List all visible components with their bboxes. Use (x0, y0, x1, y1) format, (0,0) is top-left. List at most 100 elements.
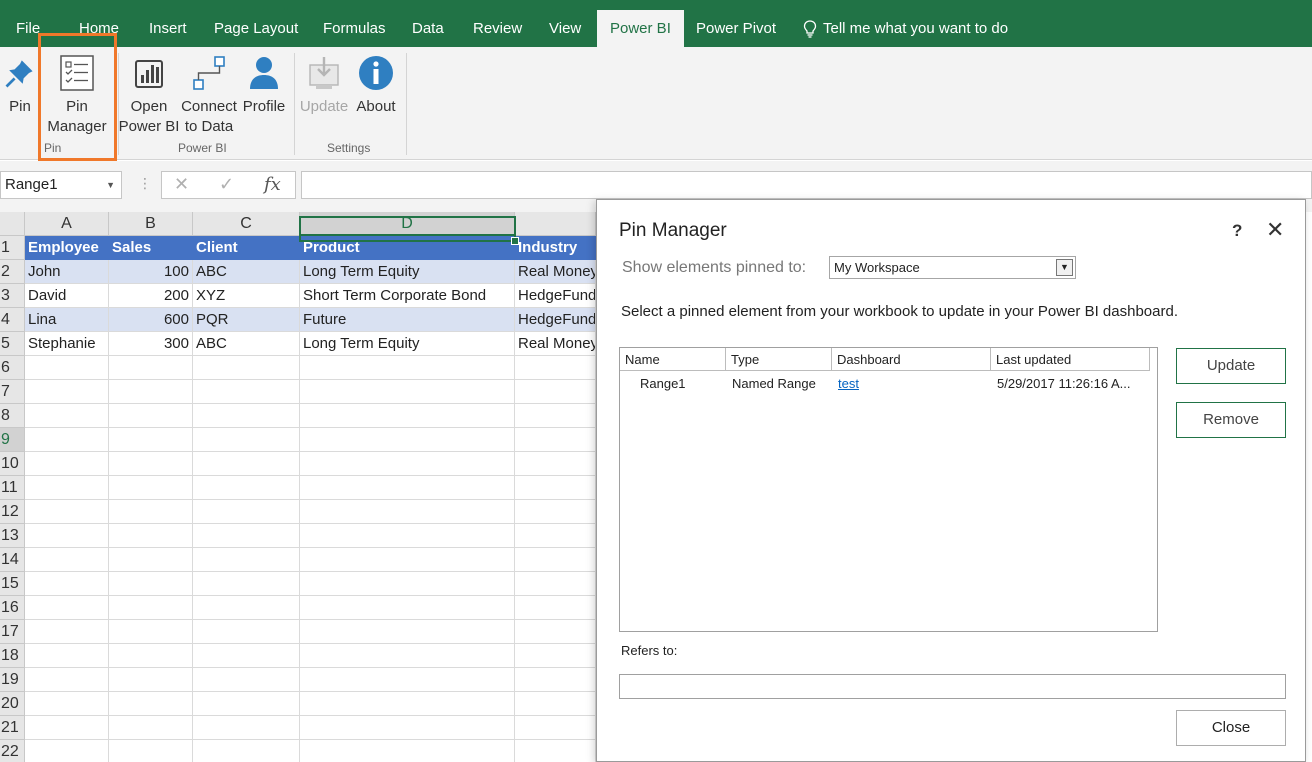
connect-to-data-button[interactable]: Connect to Data (180, 53, 238, 137)
empty-cell[interactable] (25, 356, 109, 380)
list-item-dashboard-link[interactable]: test (838, 373, 859, 395)
row-header[interactable]: 14 (0, 548, 25, 572)
empty-cell[interactable] (109, 476, 193, 500)
empty-cell[interactable] (109, 452, 193, 476)
row-header[interactable]: 8 (0, 404, 25, 428)
empty-cell[interactable] (109, 644, 193, 668)
empty-cell[interactable] (300, 428, 515, 452)
list-item-type[interactable]: Named Range (732, 373, 816, 395)
pin-button[interactable]: Pin (2, 53, 38, 117)
table-cell[interactable]: Long Term Equity (300, 260, 515, 284)
close-icon[interactable]: ✕ (1266, 217, 1284, 243)
empty-cell[interactable] (25, 428, 109, 452)
empty-cell[interactable] (25, 620, 109, 644)
row-header[interactable]: 21 (0, 716, 25, 740)
empty-cell[interactable] (193, 380, 300, 404)
empty-cell[interactable] (109, 668, 193, 692)
chevron-down-icon[interactable]: ▼ (106, 172, 115, 198)
empty-cell[interactable] (193, 620, 300, 644)
row-header[interactable]: 17 (0, 620, 25, 644)
tab-insert[interactable]: Insert (149, 10, 187, 47)
table-cell[interactable]: Future (300, 308, 515, 332)
list-item-name[interactable]: Range1 (640, 373, 686, 395)
empty-cell[interactable] (193, 404, 300, 428)
empty-cell[interactable] (193, 548, 300, 572)
empty-cell[interactable] (25, 692, 109, 716)
table-cell[interactable]: 600 (109, 308, 193, 332)
row-header[interactable]: 2 (0, 260, 25, 284)
empty-cell[interactable] (109, 380, 193, 404)
function-fx-icon[interactable]: fx (264, 174, 281, 195)
empty-cell[interactable] (300, 716, 515, 740)
close-dialog-button[interactable]: Close (1176, 710, 1286, 746)
empty-cell[interactable] (515, 428, 596, 452)
table-cell[interactable]: John (25, 260, 109, 284)
empty-cell[interactable] (515, 716, 596, 740)
row-header[interactable]: 22 (0, 740, 25, 762)
empty-cell[interactable] (109, 740, 193, 762)
empty-cell[interactable] (515, 404, 596, 428)
table-cell[interactable]: Stephanie (25, 332, 109, 356)
row-header[interactable]: 9 (0, 428, 25, 452)
tab-review[interactable]: Review (473, 10, 522, 47)
empty-cell[interactable] (193, 428, 300, 452)
table-header-cell[interactable]: Employee (25, 236, 109, 260)
empty-cell[interactable] (25, 668, 109, 692)
about-button[interactable]: About (352, 53, 400, 117)
empty-cell[interactable] (300, 524, 515, 548)
table-cell[interactable]: 100 (109, 260, 193, 284)
empty-cell[interactable] (25, 596, 109, 620)
chevron-down-icon[interactable]: ▼ (1056, 259, 1073, 276)
empty-cell[interactable] (300, 620, 515, 644)
row-header[interactable]: 6 (0, 356, 25, 380)
tab-data[interactable]: Data (412, 10, 444, 47)
empty-cell[interactable] (109, 356, 193, 380)
empty-cell[interactable] (109, 548, 193, 572)
empty-cell[interactable] (25, 476, 109, 500)
row-header[interactable]: 13 (0, 524, 25, 548)
tab-page-layout[interactable]: Page Layout (214, 10, 298, 47)
empty-cell[interactable] (25, 452, 109, 476)
active-cell-d9[interactable] (299, 216, 519, 245)
formula-input[interactable] (301, 171, 1312, 199)
empty-cell[interactable] (193, 452, 300, 476)
empty-cell[interactable] (515, 572, 596, 596)
empty-cell[interactable] (25, 380, 109, 404)
workspace-select[interactable]: My Workspace ▼ (829, 256, 1076, 279)
help-icon[interactable]: ? (1232, 221, 1242, 241)
open-power-bi-button[interactable]: Open Power BI (118, 53, 180, 137)
column-header-b[interactable]: B (109, 212, 193, 236)
empty-cell[interactable] (109, 716, 193, 740)
check-icon[interactable]: ✓ (219, 174, 234, 195)
empty-cell[interactable] (515, 740, 596, 762)
empty-cell[interactable] (515, 644, 596, 668)
table-cell[interactable]: HedgeFund (515, 284, 596, 308)
empty-cell[interactable] (300, 740, 515, 762)
empty-cell[interactable] (109, 524, 193, 548)
empty-cell[interactable] (193, 596, 300, 620)
table-header-cell[interactable]: Industry (515, 236, 596, 260)
empty-cell[interactable] (515, 668, 596, 692)
row-header[interactable]: 20 (0, 692, 25, 716)
table-cell[interactable]: 300 (109, 332, 193, 356)
table-cell[interactable]: HedgeFund (515, 308, 596, 332)
table-cell[interactable]: 200 (109, 284, 193, 308)
empty-cell[interactable] (193, 644, 300, 668)
table-cell[interactable]: Real Money (515, 332, 596, 356)
tell-me-search[interactable]: Tell me what you want to do (803, 10, 1008, 47)
table-cell[interactable]: XYZ (193, 284, 300, 308)
empty-cell[interactable] (25, 548, 109, 572)
row-header[interactable]: 1 (0, 236, 25, 260)
empty-cell[interactable] (193, 692, 300, 716)
table-cell[interactable]: ABC (193, 260, 300, 284)
tab-view[interactable]: View (549, 10, 581, 47)
empty-cell[interactable] (193, 500, 300, 524)
remove-pin-button[interactable]: Remove (1176, 402, 1286, 438)
list-header-name[interactable]: Name (620, 348, 726, 371)
empty-cell[interactable] (300, 668, 515, 692)
empty-cell[interactable] (109, 620, 193, 644)
empty-cell[interactable] (300, 500, 515, 524)
table-cell[interactable]: Long Term Equity (300, 332, 515, 356)
empty-cell[interactable] (109, 500, 193, 524)
empty-cell[interactable] (25, 740, 109, 762)
